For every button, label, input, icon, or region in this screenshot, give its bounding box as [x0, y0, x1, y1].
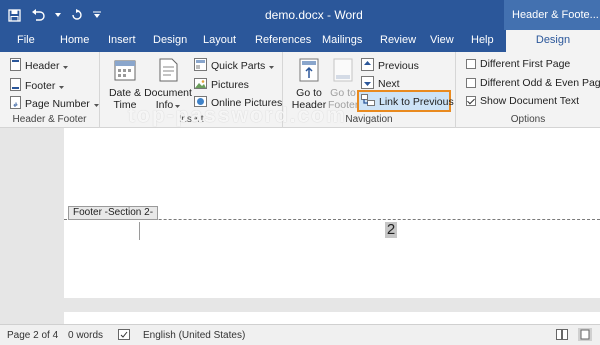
save-icon[interactable] — [8, 8, 21, 22]
header-label: Header — [25, 60, 60, 72]
go-to-footer-label-1: Go to — [330, 87, 356, 99]
different-odd-even-label: Different Odd & Even Pages — [480, 77, 600, 89]
undo-icon[interactable] — [31, 9, 45, 21]
tab-design[interactable]: Design — [153, 34, 187, 46]
previous-section-icon — [361, 58, 374, 74]
status-bar: Page 2 of 4 0 words English (United Stat… — [0, 324, 600, 345]
tab-references[interactable]: References — [255, 34, 311, 46]
next-label: Next — [378, 78, 400, 90]
chevron-down-icon — [59, 80, 65, 92]
document-info-icon — [144, 58, 192, 85]
chevron-down-icon — [93, 98, 99, 110]
different-first-page-check[interactable] — [466, 59, 476, 69]
page-number-icon: # — [10, 96, 21, 112]
document-info-label-1: Document — [144, 87, 192, 99]
show-document-text-label: Show Document Text — [480, 95, 580, 107]
read-mode-icon[interactable] — [556, 329, 568, 343]
group-label-options: Options — [510, 114, 546, 125]
link-to-previous-content: Link to Previous — [361, 94, 454, 109]
link-icon — [361, 94, 375, 109]
chevron-down-icon — [269, 60, 275, 72]
pictures-label: Pictures — [211, 79, 249, 91]
show-document-text-checkbox[interactable]: Show Document Text — [466, 95, 579, 107]
header-icon — [10, 58, 21, 74]
proofing-icon[interactable] — [118, 328, 131, 344]
language[interactable]: English (United States) — [143, 330, 245, 341]
undo-dropdown-icon[interactable] — [55, 13, 61, 17]
tab-layout[interactable]: Layout — [203, 34, 236, 46]
date-time-label-1: Date & — [108, 87, 142, 99]
crop-mark — [139, 222, 140, 240]
footer-button[interactable]: Footer — [10, 78, 65, 94]
word-count[interactable]: 0 words — [68, 330, 103, 341]
quick-parts-icon — [194, 58, 207, 74]
footer-section-tag: Footer -Section 2- — [68, 206, 159, 220]
document-area[interactable] — [0, 128, 600, 324]
page-count[interactable]: Page 2 of 4 — [7, 330, 58, 341]
print-layout-icon[interactable] — [578, 328, 592, 344]
different-first-page-label: Different First Page — [480, 58, 571, 70]
different-odd-even-check[interactable] — [466, 78, 476, 88]
svg-text:#: # — [13, 102, 18, 109]
ribbon-tabs: File Home Insert Design Layout Reference… — [0, 30, 600, 52]
watermark: top-password.com — [128, 104, 347, 127]
chevron-down-icon — [63, 60, 69, 72]
previous-label: Previous — [378, 60, 419, 72]
header-button[interactable]: Header — [10, 58, 69, 74]
group-options: Different First Page Different Odd & Eve… — [456, 52, 600, 128]
different-first-page-checkbox[interactable]: Different First Page — [466, 58, 570, 70]
group-header-footer: Header Footer # Page Number Header & Foo… — [0, 52, 100, 128]
tab-help[interactable]: Help — [471, 34, 494, 46]
tab-insert[interactable]: Insert — [108, 34, 136, 46]
footer-icon — [10, 78, 21, 94]
show-document-text-check[interactable] — [466, 96, 476, 106]
page-number-label: Page Number — [25, 98, 90, 110]
previous-button[interactable]: Previous — [361, 58, 419, 74]
quick-parts-label: Quick Parts — [211, 60, 266, 72]
pictures-button[interactable]: Pictures — [194, 77, 249, 93]
quick-parts-button[interactable]: Quick Parts — [194, 58, 275, 74]
link-to-previous-label: Link to Previous — [379, 95, 454, 108]
title-bar: demo.docx - Word Header & Foote... — [0, 0, 600, 30]
go-to-header-icon — [291, 58, 327, 85]
next-page[interactable] — [64, 312, 600, 324]
tab-mailings[interactable]: Mailings — [322, 34, 362, 46]
tab-header-footer-design[interactable]: Design — [506, 30, 600, 52]
redo-icon[interactable] — [71, 9, 83, 21]
document-title: demo.docx - Word — [265, 8, 363, 22]
different-odd-even-checkbox[interactable]: Different Odd & Even Pages — [466, 77, 600, 89]
page-number-field[interactable]: 2 — [385, 222, 397, 238]
tab-home[interactable]: Home — [60, 34, 89, 46]
group-label-header-footer: Header & Footer — [12, 114, 87, 125]
page-number-button[interactable]: # Page Number — [10, 96, 99, 112]
tab-file[interactable]: File — [17, 34, 35, 46]
quick-access-toolbar — [8, 6, 101, 24]
calendar-icon — [107, 58, 143, 85]
go-to-footer-icon — [328, 58, 358, 85]
tab-review[interactable]: Review — [380, 34, 416, 46]
pictures-icon — [194, 77, 207, 93]
footer-label: Footer — [25, 80, 56, 92]
link-to-previous-button[interactable]: Link to Previous — [357, 90, 454, 112]
context-tab-title: Header & Foote... — [504, 0, 600, 30]
customize-qat-icon[interactable] — [93, 11, 101, 19]
go-to-header-label-1: Go to — [296, 87, 322, 99]
tab-view[interactable]: View — [430, 34, 454, 46]
